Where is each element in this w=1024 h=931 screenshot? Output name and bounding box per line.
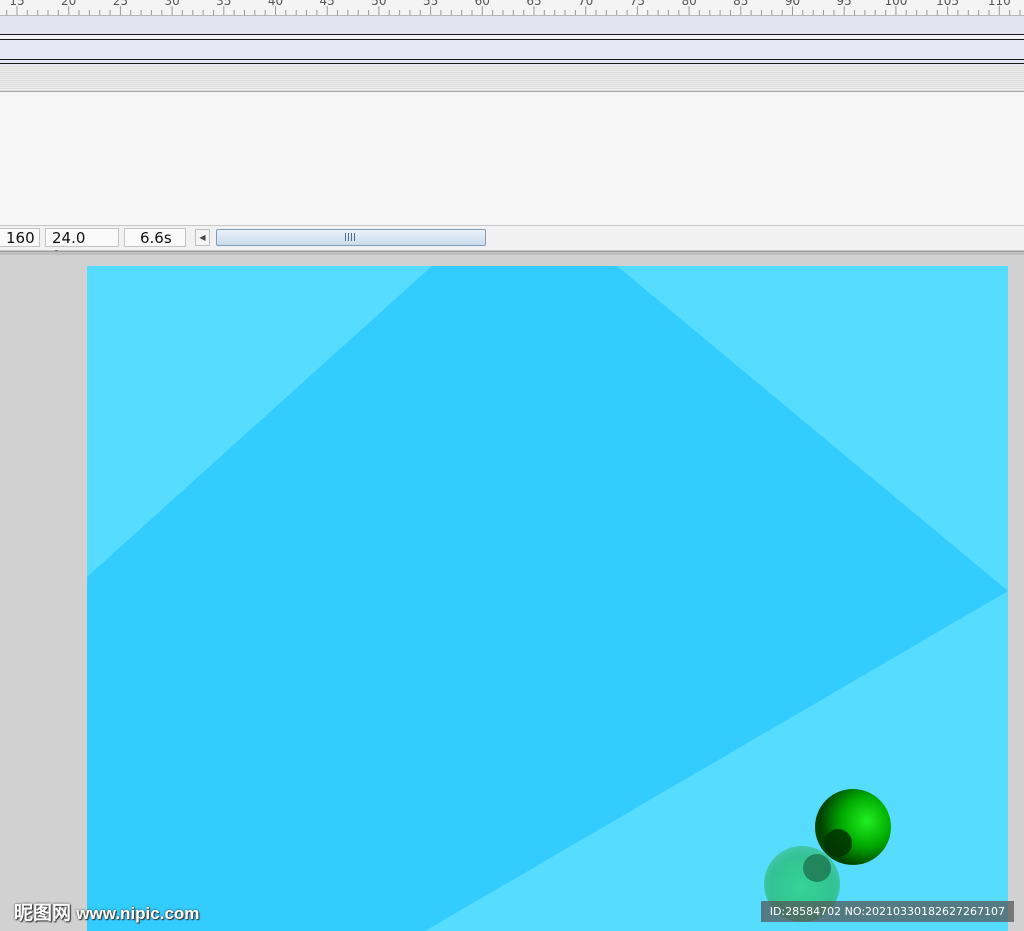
ruler-label: 90: [784, 0, 801, 8]
current-frame-field: 160: [0, 228, 40, 247]
layer-track-2[interactable]: [0, 35, 1024, 40]
ruler-label: 80: [681, 0, 697, 8]
layer-track-5[interactable]: [0, 65, 1024, 92]
watermark-site-url: www.nipic.com: [76, 904, 200, 923]
ruler-label: 85: [733, 0, 749, 8]
elapsed-time-field: 6.6s: [124, 228, 186, 247]
layer-track-1[interactable]: [0, 16, 1024, 35]
ruler-label: 95: [836, 0, 852, 8]
ruler-label: 55: [422, 0, 439, 8]
stage-artwork: [87, 266, 1008, 931]
ruler-label: 100: [884, 0, 908, 8]
ruler-ticks: [6, 6, 1021, 15]
timeline-empty-area: [0, 92, 1024, 225]
ruler-label: 50: [371, 0, 387, 8]
ruler-label: 35: [216, 0, 232, 8]
ruler-label: 75: [629, 0, 646, 8]
ruler-label: 65: [526, 0, 542, 8]
ruler-label: 60: [474, 0, 490, 8]
grip-icon: [345, 233, 355, 241]
flash-editor-window: 15 20 25 30 35 40 45 50 55 60 65 70 75 80 85 90 95 100 105…: [0, 0, 1024, 931]
timeline-ruler[interactable]: 15 20 25 30 35 40 45 50 55 60 65 70 75 80 85 90 95 100 105…: [0, 0, 1024, 16]
ruler-label: 105: [936, 0, 960, 8]
watermark-id-badge: ID:28584702 NO:20210330182627267107: [760, 901, 1014, 922]
ruler-label: 40: [267, 0, 284, 8]
layer-track-4[interactable]: [0, 60, 1024, 64]
ruler-label: 110: [987, 0, 1011, 8]
green-ball[interactable]: [815, 789, 891, 865]
ruler-label: 30: [164, 0, 180, 8]
layer-track-3[interactable]: [0, 41, 1024, 60]
ruler-label: 20: [61, 0, 77, 8]
watermark-logo: 昵图网 www.nipic.com: [14, 898, 199, 925]
ruler-label: 15: [9, 0, 25, 8]
horizontal-scrollbar-thumb[interactable]: [216, 229, 486, 246]
scroll-left-arrow-icon[interactable]: ◀: [195, 229, 210, 246]
timeline-status-bar: 160 24.0 fps 6.6s ◀: [0, 225, 1024, 266]
ruler-label: 25: [112, 0, 129, 8]
stage-canvas[interactable]: [87, 266, 1008, 931]
ruler-label: 45: [319, 0, 335, 8]
ruler-label: 70: [578, 0, 594, 8]
watermark-site-name: 昵图网: [14, 903, 72, 924]
frame-rate-field[interactable]: 24.0 fps: [45, 228, 119, 266]
